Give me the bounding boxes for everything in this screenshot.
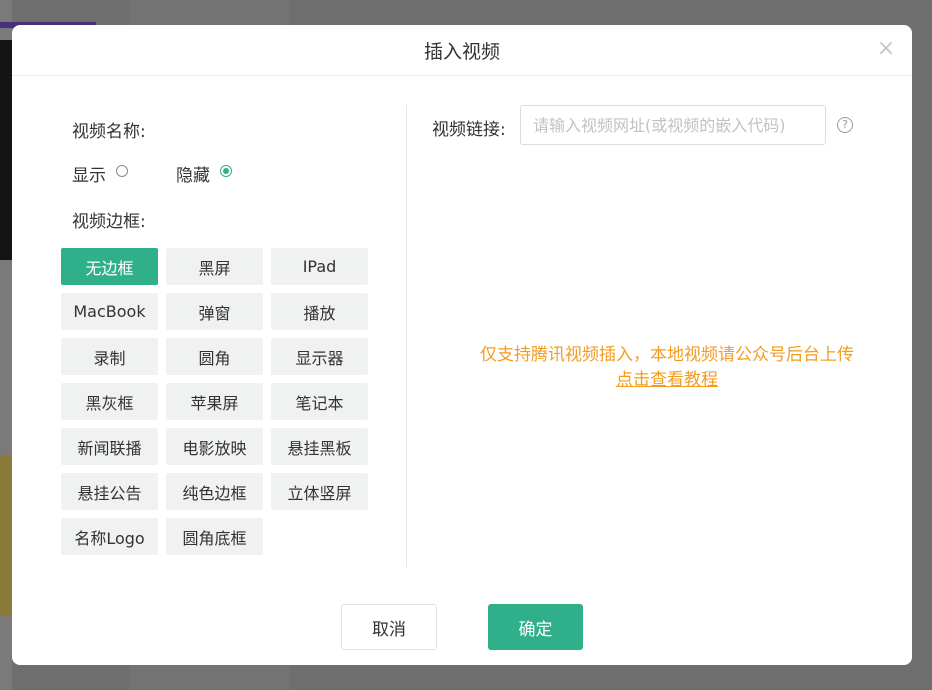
frame-option[interactable]: 黑灰框 bbox=[61, 383, 158, 420]
name-visibility-radios: 显示 隐藏 bbox=[72, 161, 232, 186]
radio-hide[interactable] bbox=[220, 164, 232, 177]
question-circle-icon[interactable]: ? bbox=[837, 117, 853, 133]
frame-option[interactable]: 黑屏 bbox=[166, 248, 263, 285]
close-icon[interactable]: × bbox=[876, 38, 896, 60]
radio-show[interactable] bbox=[116, 164, 128, 177]
tip-text: 仅支持腾讯视频插入，本地视频请公众号后台上传 bbox=[480, 345, 854, 365]
dialog-header: 插入视频 × bbox=[12, 25, 912, 76]
frame-option[interactable]: IPad bbox=[271, 248, 368, 285]
video-url-label: 视频链接: bbox=[432, 120, 506, 140]
radio-hide-label: 隐藏 bbox=[176, 166, 210, 186]
tutorial-link[interactable]: 点击查看教程 bbox=[616, 370, 718, 390]
frame-option[interactable]: 显示器 bbox=[271, 338, 368, 375]
radio-show-label: 显示 bbox=[72, 166, 106, 186]
frame-option[interactable]: 悬挂黑板 bbox=[271, 428, 368, 465]
pane-divider bbox=[406, 105, 407, 567]
video-url-input[interactable] bbox=[520, 105, 826, 145]
cancel-button[interactable]: 取消 bbox=[341, 604, 437, 650]
background-yellow-block bbox=[0, 455, 12, 615]
frame-option[interactable]: 电影放映 bbox=[166, 428, 263, 465]
confirm-button[interactable]: 确定 bbox=[488, 604, 583, 650]
video-frame-label: 视频边框: bbox=[72, 212, 146, 232]
frame-options-grid: 无边框 黑屏 IPad MacBook 弹窗 播放 录制 圆角 显示器 黑灰框 … bbox=[61, 248, 368, 555]
frame-option[interactable]: 播放 bbox=[271, 293, 368, 330]
frame-option[interactable]: 圆角 bbox=[166, 338, 263, 375]
video-name-label: 视频名称: bbox=[72, 122, 146, 142]
frame-option[interactable]: 名称Logo bbox=[61, 518, 158, 555]
dialog-title: 插入视频 bbox=[423, 40, 500, 63]
insert-video-dialog: 插入视频 × 视频名称: 显示 隐藏 视频边框: 无边框 黑屏 IPad Mac… bbox=[12, 25, 912, 665]
frame-option[interactable]: MacBook bbox=[61, 293, 158, 330]
frame-option[interactable]: 苹果屏 bbox=[166, 383, 263, 420]
background-dark-block bbox=[0, 40, 12, 260]
frame-option[interactable]: 无边框 bbox=[61, 248, 158, 285]
frame-option[interactable]: 录制 bbox=[61, 338, 158, 375]
frame-option[interactable]: 新闻联播 bbox=[61, 428, 158, 465]
upload-tip: 仅支持腾讯视频插入，本地视频请公众号后台上传 点击查看教程 bbox=[422, 343, 912, 393]
frame-option[interactable]: 纯色边框 bbox=[166, 473, 263, 510]
frame-option[interactable]: 圆角底框 bbox=[166, 518, 263, 555]
frame-option[interactable]: 悬挂公告 bbox=[61, 473, 158, 510]
frame-option[interactable]: 弹窗 bbox=[166, 293, 263, 330]
frame-option[interactable]: 立体竖屏 bbox=[271, 473, 368, 510]
frame-option[interactable]: 笔记本 bbox=[271, 383, 368, 420]
